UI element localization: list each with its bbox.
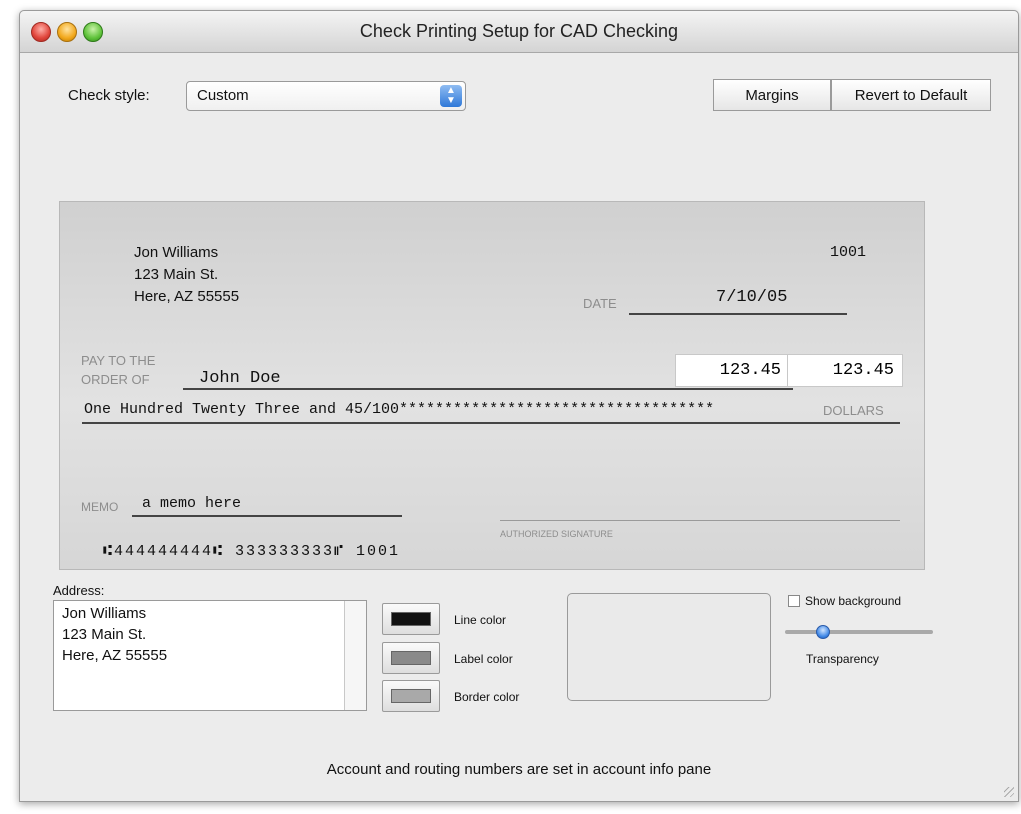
address-line-3: Here, AZ 55555 — [62, 647, 168, 664]
micr-line: ⑆444444444⑆ 333333333⑈ 1001 — [103, 543, 401, 560]
payee-line — [183, 388, 793, 390]
check-owner-block[interactable]: Jon Williams 123 Main St. Here, AZ 55555 — [134, 242, 239, 308]
transparency-slider[interactable] — [785, 630, 933, 634]
amount-field[interactable]: 123.45 — [675, 354, 790, 387]
amount-field-2[interactable]: 123.45 — [787, 354, 903, 387]
window-title: Check Printing Setup for CAD Checking — [359, 21, 679, 41]
title-bar[interactable]: Check Printing Setup for CAD Checking — [20, 11, 1018, 53]
show-background-label: Show background — [805, 594, 902, 608]
check-style-popup[interactable]: Custom ▲ ▼ — [186, 81, 466, 111]
transparency-label: Transparency — [806, 652, 879, 666]
account-info-note: Account and routing numbers are set in a… — [326, 761, 712, 778]
check-style-label: Check style: — [68, 87, 150, 104]
amount-in-words[interactable]: One Hundred Twenty Three and 45/100*****… — [84, 401, 714, 418]
amount-words-line — [82, 422, 900, 424]
payee-name[interactable]: John Doe — [199, 369, 281, 388]
date-label: DATE — [583, 296, 617, 311]
memo-value[interactable]: a memo here — [142, 495, 241, 512]
line-color-well[interactable] — [382, 603, 440, 635]
check-preview: Jon Williams 123 Main St. Here, AZ 55555… — [59, 201, 925, 570]
border-color-swatch — [391, 689, 431, 703]
address-label: Address: — [53, 583, 105, 598]
date-value[interactable]: 7/10/05 — [716, 288, 787, 307]
check-owner-name: Jon Williams — [134, 244, 219, 261]
background-image-well[interactable] — [567, 593, 771, 701]
address-line-2: 123 Main St. — [62, 626, 147, 643]
resize-grip-icon[interactable] — [1004, 787, 1014, 797]
show-background-checkbox[interactable] — [788, 595, 800, 607]
border-color-well[interactable] — [382, 680, 440, 712]
pay-to-label-1: PAY TO THE — [81, 353, 156, 368]
signature-label: AUTHORIZED SIGNATURE — [500, 529, 613, 539]
line-color-swatch — [391, 612, 431, 626]
check-number[interactable]: 1001 — [830, 244, 866, 261]
address-line-1: Jon Williams — [62, 605, 147, 622]
up-down-arrows-icon: ▲ ▼ — [440, 85, 462, 107]
pay-to-label-2: ORDER OF — [81, 372, 150, 387]
transparency-slider-knob[interactable] — [816, 625, 830, 639]
check-owner-city: Here, AZ 55555 — [134, 288, 240, 305]
margins-button[interactable]: Margins — [713, 79, 831, 111]
label-color-swatch — [391, 651, 431, 665]
date-line — [629, 313, 847, 315]
label-color-well[interactable] — [382, 642, 440, 674]
line-color-label: Line color — [454, 613, 507, 627]
memo-line — [132, 515, 402, 517]
address-scrollbar[interactable] — [344, 601, 366, 710]
dollars-label: DOLLARS — [823, 403, 884, 418]
check-style-value: Custom — [197, 87, 249, 104]
memo-label: MEMO — [81, 500, 119, 514]
label-color-label: Label color — [454, 652, 513, 666]
address-text[interactable]: Jon Williams 123 Main St. Here, AZ 55555 — [62, 603, 167, 666]
revert-to-default-button[interactable]: Revert to Default — [831, 79, 991, 111]
signature-line — [500, 520, 900, 521]
border-color-label: Border color — [454, 690, 520, 704]
check-printing-setup-window: Check Printing Setup for CAD Checking Ch… — [19, 10, 1019, 802]
address-text-area[interactable]: Jon Williams 123 Main St. Here, AZ 55555 — [53, 600, 367, 711]
check-owner-street: 123 Main St. — [134, 266, 219, 283]
